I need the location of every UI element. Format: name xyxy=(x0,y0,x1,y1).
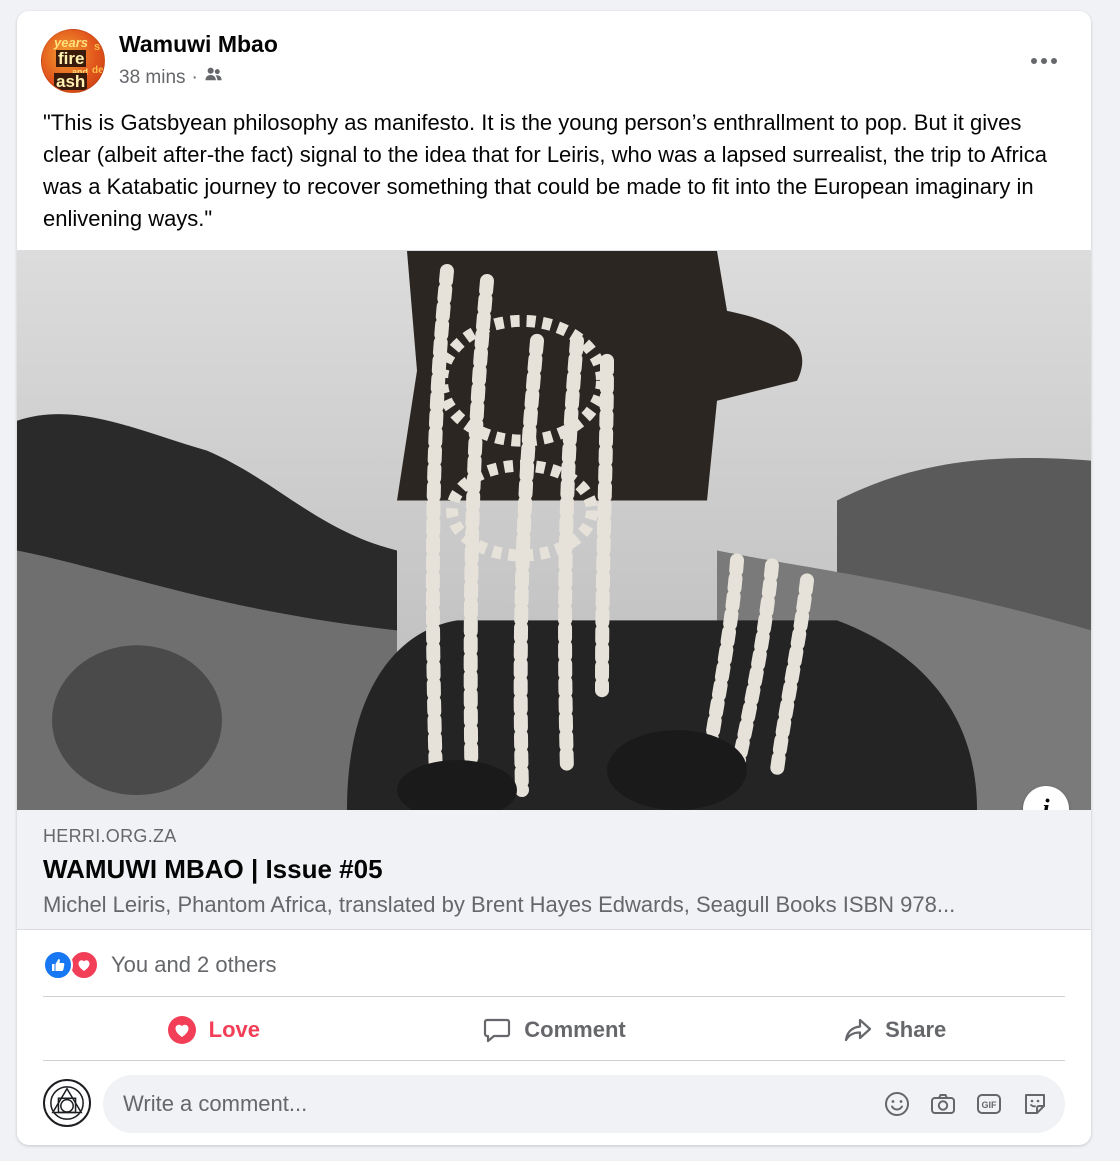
share-label: Share xyxy=(885,1017,947,1042)
comment-icon xyxy=(484,1018,511,1043)
sticker-icon[interactable] xyxy=(1019,1088,1051,1120)
post-card: years fire and ash s de Wamuwi Mbao 38 m… xyxy=(17,11,1091,1145)
link-preview-image[interactable] xyxy=(17,250,1091,810)
comment-tools: GIF xyxy=(881,1088,1051,1120)
friends-icon[interactable] xyxy=(204,65,223,90)
more-options-button[interactable] xyxy=(1021,43,1067,79)
avatar-text: ash xyxy=(54,72,88,91)
like-icon xyxy=(43,950,73,980)
comment-input[interactable] xyxy=(123,1075,863,1133)
post-timestamp[interactable]: 38 mins xyxy=(119,67,186,89)
more-dot xyxy=(1031,58,1037,64)
action-bar: Love Comment Share xyxy=(43,999,1065,1061)
gif-label: GIF xyxy=(982,1100,998,1110)
link-preview-info[interactable]: HERRI.ORG.ZA WAMUWI MBAO | Issue #05 Mic… xyxy=(17,810,1091,930)
divider xyxy=(43,1060,1065,1061)
link-title[interactable]: WAMUWI MBAO | Issue #05 xyxy=(43,854,383,885)
love-button[interactable]: Love xyxy=(43,999,384,1061)
love-label: Love xyxy=(208,1017,261,1042)
avatar-text: s xyxy=(94,41,101,53)
author-avatar[interactable]: years fire and ash s de xyxy=(41,29,105,93)
comment-box: GIF xyxy=(103,1075,1065,1133)
divider xyxy=(43,996,1065,997)
comment-composer: GIF xyxy=(43,1075,1065,1133)
share-button[interactable]: Share xyxy=(724,999,1065,1061)
camera-icon[interactable] xyxy=(927,1088,959,1120)
link-description: Michel Leiris, Phantom Africa, translate… xyxy=(43,892,956,917)
comment-button[interactable]: Comment xyxy=(384,999,725,1061)
love-icon xyxy=(167,1016,196,1044)
author-name[interactable]: Wamuwi Mbao xyxy=(119,31,278,58)
avatar-text: years xyxy=(54,35,88,50)
reaction-summary[interactable]: You and 2 others xyxy=(43,947,277,983)
link-domain: HERRI.ORG.ZA xyxy=(43,826,177,846)
emoji-icon[interactable] xyxy=(881,1088,913,1120)
share-icon xyxy=(844,1018,872,1042)
meta-separator: · xyxy=(191,66,198,88)
avatar-text: fire xyxy=(56,49,87,68)
more-dot xyxy=(1051,58,1057,64)
post-text: "This is Gatsbyean philosophy as manifes… xyxy=(43,110,1047,231)
gif-icon[interactable]: GIF xyxy=(973,1088,1005,1120)
comment-label: Comment xyxy=(524,1017,626,1042)
more-dot xyxy=(1041,58,1047,64)
user-avatar[interactable] xyxy=(43,1079,91,1127)
user-avatar-icon xyxy=(50,1086,84,1120)
photo-illustration xyxy=(17,251,1091,810)
love-reaction-icon xyxy=(69,950,99,980)
avatar-text: de xyxy=(92,65,104,76)
reaction-count[interactable]: You and 2 others xyxy=(111,952,277,978)
post-meta: 38 mins · xyxy=(119,65,223,90)
